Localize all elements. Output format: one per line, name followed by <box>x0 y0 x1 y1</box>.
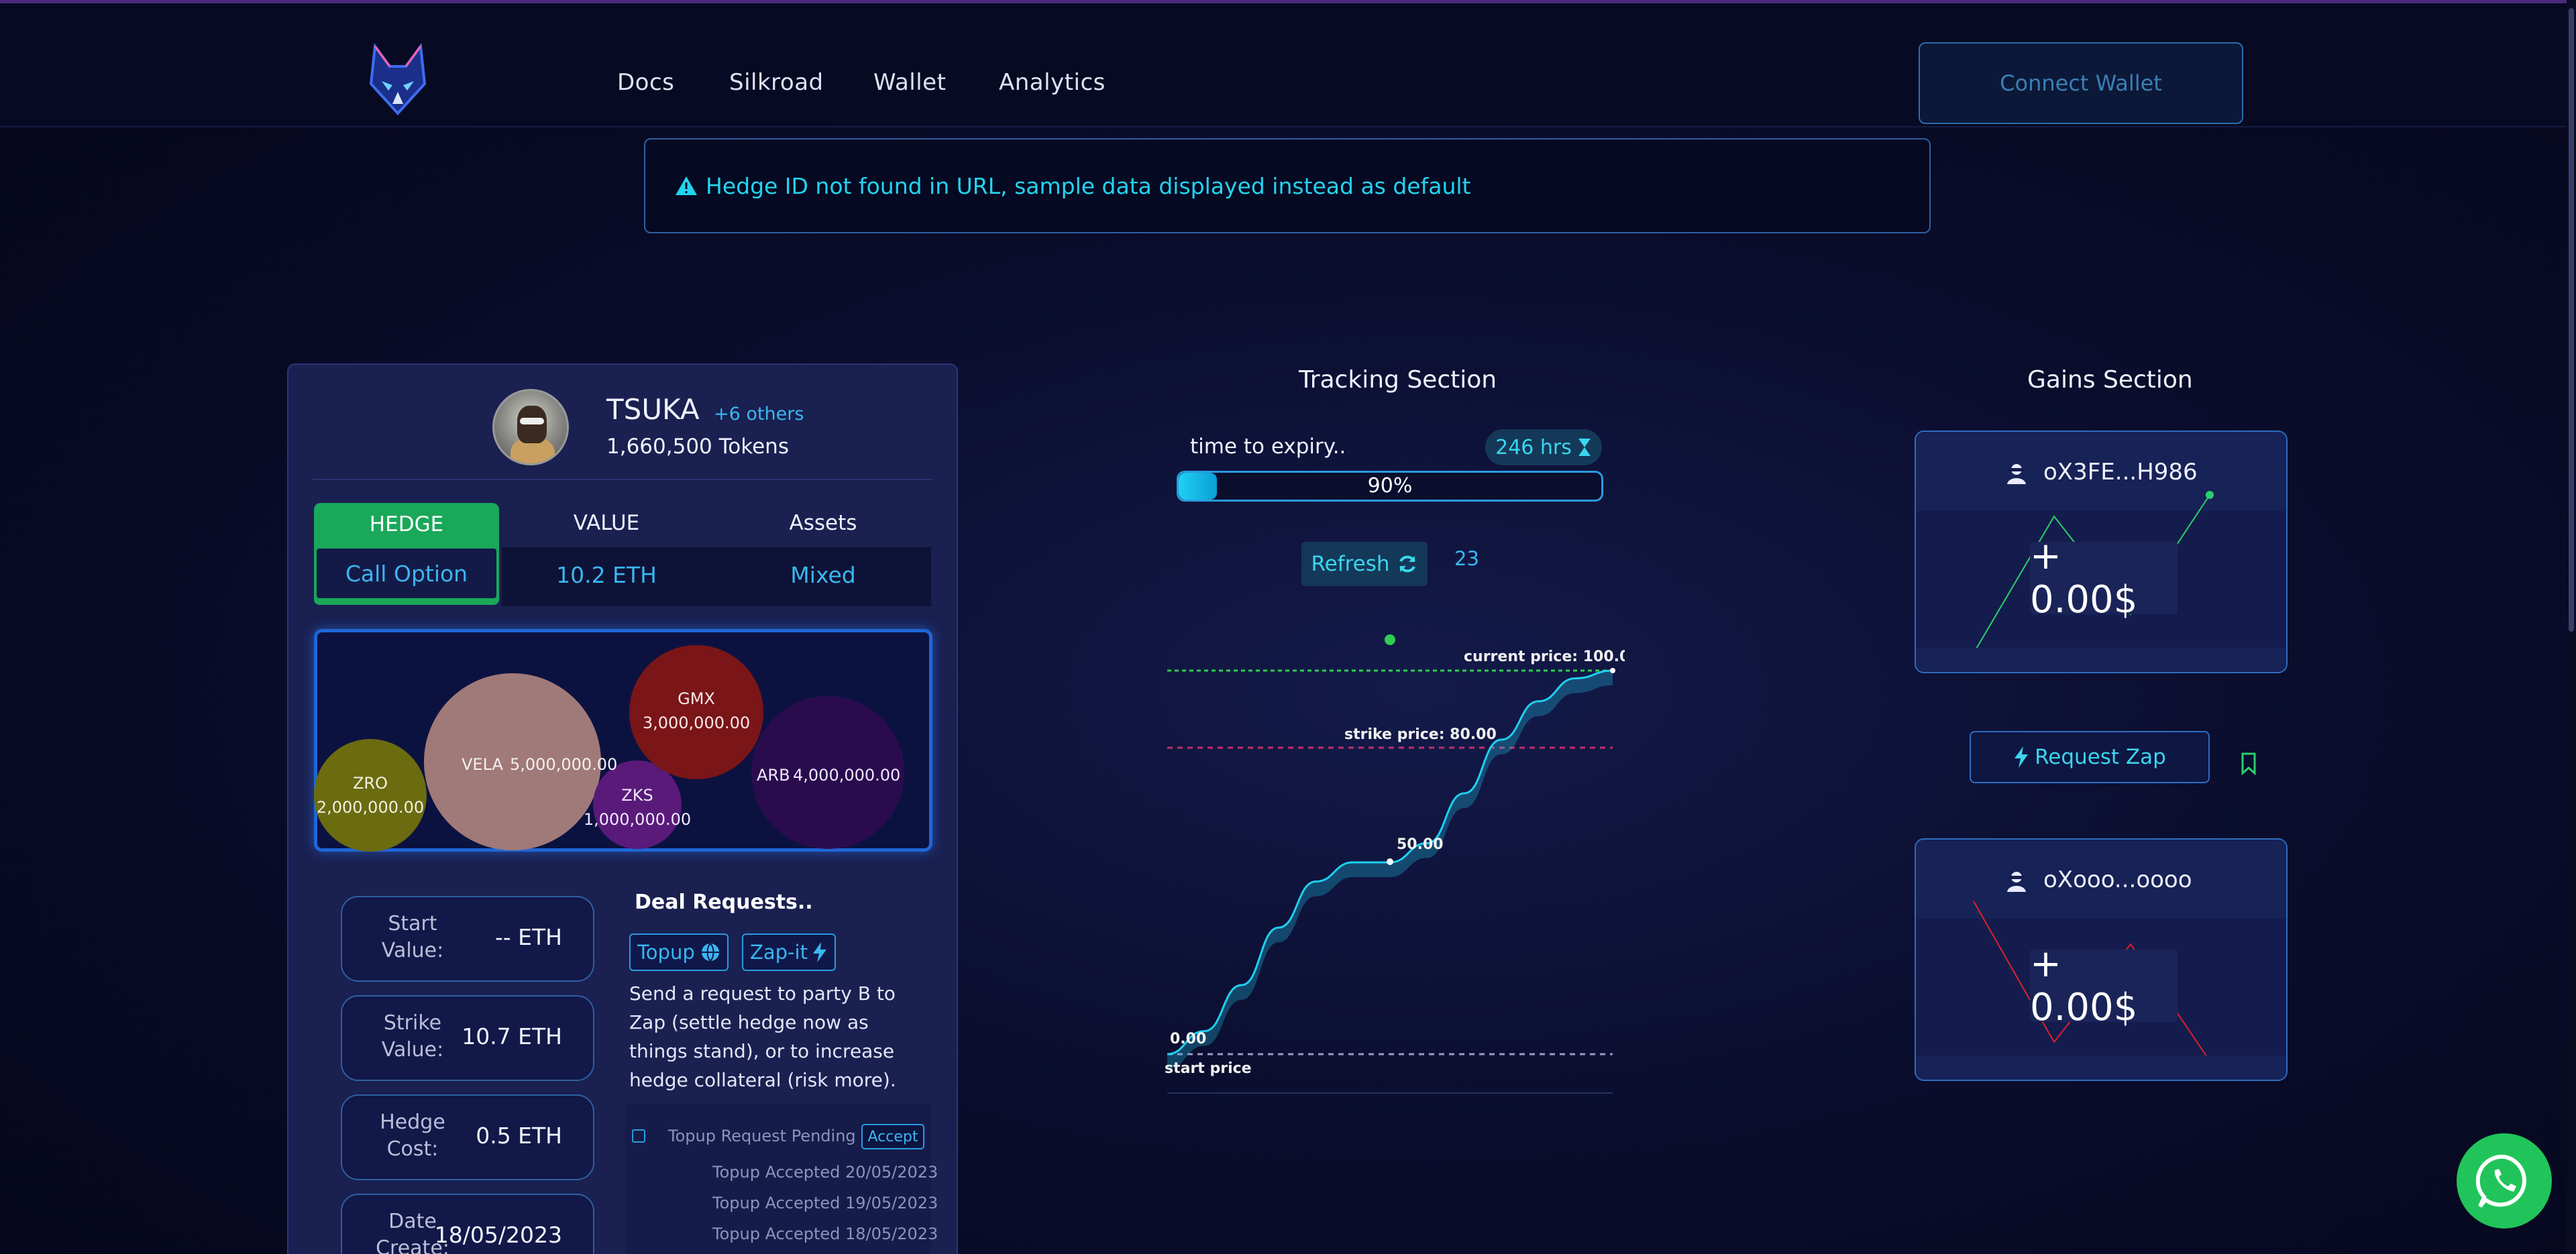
current-marker <box>1610 668 1615 673</box>
lightning-icon <box>2015 746 2029 768</box>
bubble-vela-name: VELA <box>462 755 504 774</box>
hedge-type-value: Call Option <box>317 549 496 598</box>
bubble-zro[interactable] <box>314 739 427 852</box>
start-value-label: Start Value: <box>381 912 444 962</box>
gains-section-title: Gains Section <box>2027 366 2193 394</box>
nav-analytics[interactable]: Analytics <box>999 69 1106 96</box>
current-price-label: current price: 100.00 <box>1464 648 1625 665</box>
bubble-vela-amount: 5,000,000.00 <box>510 755 617 774</box>
bubble-zks-name: ZKS <box>621 786 653 805</box>
refresh-count: 23 <box>1454 547 1479 570</box>
topup-button[interactable]: Topup <box>629 933 729 971</box>
nav-docs[interactable]: Docs <box>617 69 674 96</box>
warning-icon <box>676 176 697 195</box>
party-a-gain-value: + 0.00$ <box>2030 534 2178 622</box>
expiry-progress-bar: 90% <box>1177 471 1603 502</box>
whatsapp-icon <box>2476 1154 2526 1208</box>
midpoint-marker <box>1387 858 1393 865</box>
history-item: Topup Accepted 18/05/2023 <box>712 1224 938 1243</box>
divider <box>313 479 932 480</box>
refresh-icon <box>1399 555 1415 573</box>
wolf-logo-icon[interactable] <box>366 44 430 117</box>
refresh-button[interactable]: Refresh <box>1301 542 1428 586</box>
strike-value-label: Strike Value: <box>381 1011 444 1062</box>
start-value-box: Start Value: -- ETH <box>341 896 594 982</box>
gain-card-footer <box>1916 1056 2286 1080</box>
lightning-icon <box>812 942 826 962</box>
bubble-arb-name: ARB <box>757 766 790 785</box>
hours-remaining-badge: 246 hrs <box>1485 429 1602 465</box>
token-others-link[interactable]: +6 others <box>714 404 804 424</box>
scrollbar-thumb[interactable] <box>2569 8 2574 632</box>
assets-value: Mixed <box>790 562 856 588</box>
tab-assets[interactable]: Assets <box>722 511 924 535</box>
start-value: -- ETH <box>494 924 562 950</box>
nav-wallet[interactable]: Wallet <box>873 69 946 96</box>
bubble-gmx[interactable] <box>629 645 763 779</box>
hedge-cost-label: Hedge Cost: <box>380 1110 445 1161</box>
tab-hedge[interactable]: HEDGE Call Option <box>314 503 499 605</box>
gain-card-footer <box>1916 648 2286 672</box>
topup-label: Topup <box>637 941 695 964</box>
start-price-label: start price <box>1165 1060 1252 1077</box>
nav-silkroad[interactable]: Silkroad <box>729 69 824 96</box>
bubble-arb-amount: 4,000,000.00 <box>793 766 900 785</box>
history-item: Topup Accepted 19/05/2023 <box>712 1194 938 1212</box>
mid-price-label: 50.00 <box>1397 836 1444 853</box>
bubble-zro-name: ZRO <box>353 774 388 793</box>
accept-button[interactable]: Accept <box>861 1124 924 1149</box>
token-avatar <box>492 389 569 465</box>
alert-text: Hedge ID not found in URL, sample data d… <box>706 172 1471 199</box>
token-amount: 1,660,500 Tokens <box>606 435 789 459</box>
tab-hedge-label: HEDGE <box>369 512 444 536</box>
navbar: Docs Silkroad Wallet Analytics Connect W… <box>0 3 2576 127</box>
start-value-label: 0.00 <box>1170 1031 1206 1047</box>
progress-label: 90% <box>1367 474 1413 498</box>
topup-pending-text: Topup Request Pending <box>668 1127 856 1145</box>
time-to-expiry-label: time to expiry.. <box>1190 435 1346 459</box>
bubble-gmx-name: GMX <box>678 689 715 708</box>
refresh-label: Refresh <box>1311 552 1390 576</box>
deal-description: Send a request to party B to Zap (settle… <box>629 982 896 1091</box>
hedge-value: 10.2 ETH <box>556 562 657 588</box>
date-created: 18/05/2023 <box>434 1222 562 1248</box>
strike-value: 10.7 ETH <box>462 1023 562 1049</box>
strike-value-box: Strike Value: 10.7 ETH <box>341 995 594 1081</box>
whatsapp-chat-button[interactable] <box>2457 1133 2552 1229</box>
tab-value[interactable]: VALUE <box>506 511 707 535</box>
globe-icon <box>701 943 719 962</box>
bookmark-icon[interactable] <box>2241 752 2257 775</box>
request-zap-button[interactable]: Request Zap <box>1970 731 2210 783</box>
bubble-zks-amount: 1,000,000.00 <box>584 810 691 829</box>
asset-bubbles: ZRO 2,000,000.00 VELA 5,000,000.00 ZKS 1… <box>314 645 904 852</box>
request-zap-label: Request Zap <box>2035 745 2166 769</box>
status-dot <box>1385 634 1395 645</box>
zap-it-button[interactable]: Zap-it <box>742 933 836 971</box>
price-tracking-chart: current price: 100.00 strike price: 80.0… <box>1165 634 1625 1094</box>
hourglass-icon <box>1578 439 1591 456</box>
bubble-zro-amount: 2,000,000.00 <box>317 798 424 817</box>
gain-card-party-a: oX3FE...H986 + 0.00$ <box>1915 431 2288 673</box>
hedge-cost: 0.5 ETH <box>476 1123 562 1149</box>
history-item: Topup Accepted 20/05/2023 <box>712 1163 938 1182</box>
gain-card-party-b: oXooo...oooo + 0.00$ <box>1915 838 2288 1081</box>
token-name: TSUKA <box>606 393 700 426</box>
hedge-not-found-alert: Hedge ID not found in URL, sample data d… <box>644 138 1931 233</box>
connect-wallet-button[interactable]: Connect Wallet <box>1919 42 2243 124</box>
deal-requests-title: Deal Requests.. <box>635 891 813 914</box>
pending-square-icon <box>632 1129 645 1143</box>
date-created-box: Date Create: 18/05/2023 <box>341 1194 594 1254</box>
bubble-gmx-amount: 3,000,000.00 <box>643 714 750 732</box>
tracking-section-title: Tracking Section <box>1299 366 1497 394</box>
party-b-gain-value: + 0.00$ <box>2030 942 2178 1029</box>
hedge-cost-box: Hedge Cost: 0.5 ETH <box>341 1094 594 1180</box>
zap-it-label: Zap-it <box>750 941 808 964</box>
hours-remaining: 246 hrs <box>1495 435 1572 459</box>
strike-price-label: strike price: 80.00 <box>1344 726 1497 743</box>
